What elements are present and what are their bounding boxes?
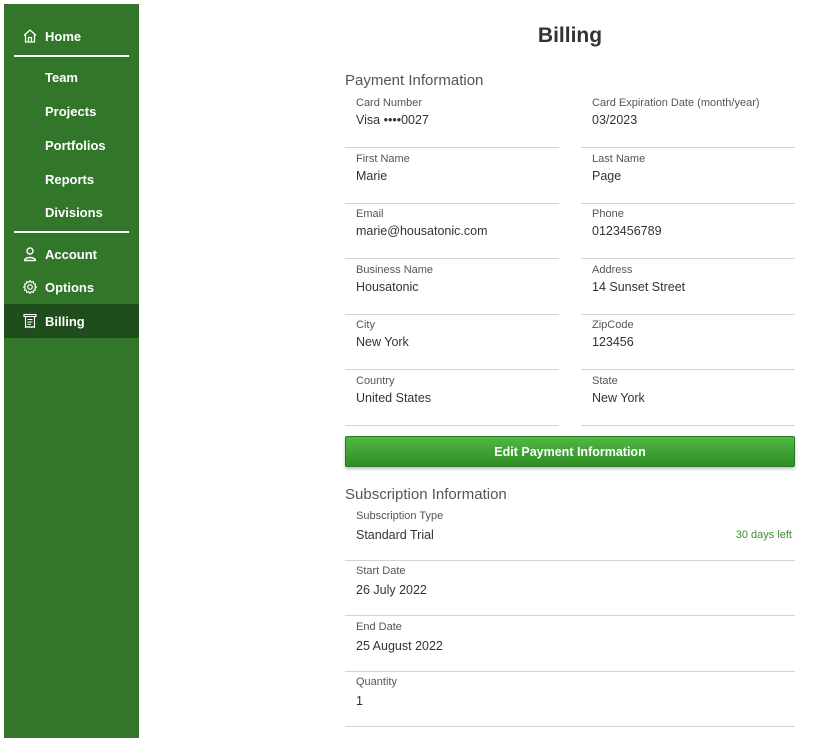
email-field: Email marie@housatonic.com	[345, 202, 559, 259]
field-value: United States	[356, 391, 432, 405]
sidebar-item-home[interactable]: Home	[4, 19, 139, 53]
sidebar-item-label: Account	[45, 246, 97, 262]
home-icon	[23, 29, 37, 43]
field-label: Quantity	[356, 676, 397, 688]
field-value: 1	[356, 694, 363, 708]
sidebar-divider	[14, 55, 129, 57]
end-date-field: End Date 25 August 2022	[345, 615, 795, 672]
field-label: ZipCode	[592, 319, 634, 331]
sidebar-item-billing[interactable]: Billing	[4, 304, 139, 338]
sidebar-item-label: Team	[45, 69, 78, 85]
field-value: 03/2023	[592, 113, 638, 127]
phone-field: Phone 0123456789	[581, 202, 795, 259]
sidebar-item-team[interactable]: Team	[4, 60, 139, 94]
field-label: First Name	[356, 153, 410, 165]
card-number-field: Card Number Visa ••••0027	[345, 91, 559, 148]
sidebar-item-label: Billing	[45, 313, 85, 329]
field-label: Card Expiration Date (month/year)	[592, 97, 760, 109]
field-value: 0123456789	[592, 224, 662, 238]
page-title: Billing	[537, 24, 603, 47]
field-value: 123456	[592, 335, 634, 349]
field-value: Housatonic	[356, 280, 419, 294]
sidebar-item-label: Home	[45, 28, 82, 44]
start-date-field: Start Date 26 July 2022	[345, 559, 795, 616]
field-value: 25 August 2022	[356, 639, 443, 653]
field-value: 26 July 2022	[356, 583, 427, 597]
field-value: 14 Sunset Street	[592, 280, 686, 294]
payment-section-title: Payment Information	[345, 72, 484, 89]
sidebar-item-divisions[interactable]: Divisions	[4, 195, 139, 229]
city-field: City New York	[345, 313, 559, 370]
gear-icon	[22, 279, 38, 295]
field-value: Marie	[356, 169, 388, 183]
address-field: Address 14 Sunset Street	[581, 258, 795, 315]
field-value: Page	[592, 169, 622, 183]
country-field: Country United States	[345, 369, 559, 426]
sidebar-item-label: Reports	[45, 171, 95, 187]
sidebar-divider	[14, 231, 129, 233]
first-name-field: First Name Marie	[345, 147, 559, 204]
sidebar-item-label: Portfolios	[45, 137, 106, 153]
field-label: City	[356, 319, 375, 331]
sidebar-item-options[interactable]: Options	[4, 270, 139, 304]
sidebar-item-projects[interactable]: Projects	[4, 94, 139, 128]
sidebar-item-account[interactable]: Account	[4, 237, 139, 271]
edit-payment-button[interactable]: Edit Payment Information	[345, 436, 795, 467]
field-value: marie@housatonic.com	[356, 224, 488, 238]
field-label: Subscription Type	[356, 510, 444, 522]
state-field: State New York	[581, 369, 795, 426]
field-value: Standard Trial	[356, 528, 434, 542]
sidebar-item-label: Divisions	[45, 204, 103, 220]
field-value: Visa ••••0027	[356, 113, 429, 127]
zipcode-field: ZipCode 123456	[581, 313, 795, 370]
user-icon	[23, 247, 37, 262]
field-label: Email	[356, 208, 384, 220]
subscription-section-title: Subscription Information	[345, 486, 507, 503]
field-label: Start Date	[356, 565, 406, 577]
receipt-icon	[23, 313, 37, 329]
field-value: New York	[356, 335, 409, 349]
field-value: New York	[592, 391, 645, 405]
field-label: End Date	[356, 621, 402, 633]
quantity-field: Quantity 1	[345, 670, 795, 727]
field-label: Last Name	[592, 153, 646, 165]
card-expiration-field: Card Expiration Date (month/year) 03/202…	[581, 91, 795, 148]
sidebar-item-label: Options	[45, 279, 95, 295]
field-label: Card Number	[356, 97, 423, 109]
sidebar-item-label: Projects	[45, 103, 97, 119]
trial-days-left-badge: 30 days left	[735, 529, 792, 541]
sidebar-item-reports[interactable]: Reports	[4, 162, 139, 196]
field-label: Country	[356, 375, 395, 387]
field-label: State	[592, 375, 618, 387]
last-name-field: Last Name Page	[581, 147, 795, 204]
sidebar-item-portfolios[interactable]: Portfolios	[4, 128, 139, 162]
subscription-type-field: Subscription Type Standard Trial 30 days…	[345, 504, 795, 561]
business-name-field: Business Name Housatonic	[345, 258, 559, 315]
field-label: Business Name	[356, 264, 434, 276]
sidebar: Home Team Projects Portfolios Reports Di…	[4, 4, 139, 738]
field-label: Address	[592, 264, 633, 276]
field-label: Phone	[592, 208, 624, 220]
